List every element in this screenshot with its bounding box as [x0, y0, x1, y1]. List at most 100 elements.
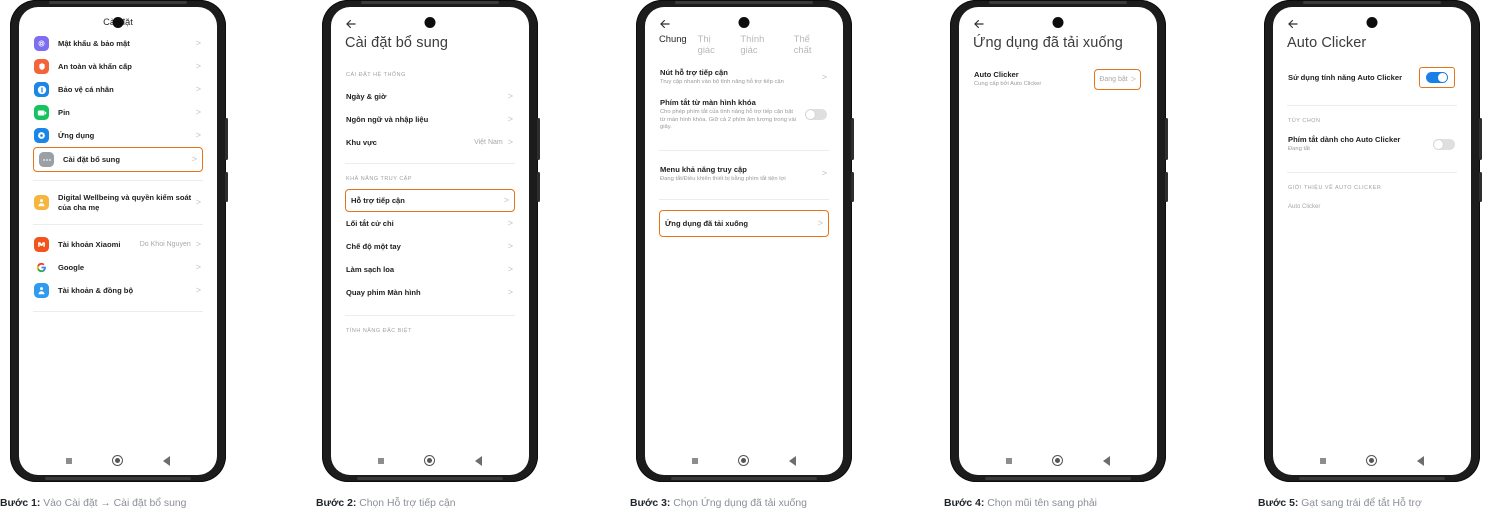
settings-row-language-input[interactable]: Ngôn ngữ và nhập liệu >: [345, 108, 515, 131]
tab-thi-giac[interactable]: Thị giác: [698, 33, 730, 55]
tab-the-chat[interactable]: Thể chất: [794, 33, 829, 55]
settings-row-battery[interactable]: Pin >: [33, 101, 203, 124]
settings-row-safety-emergency[interactable]: An toàn và khẩn cấp >: [33, 55, 203, 78]
power-button[interactable]: [1165, 172, 1168, 202]
app-status-badge[interactable]: Đang bật >: [1094, 69, 1141, 90]
row-label: Khu vực: [346, 137, 377, 147]
settings-row-accessibility-button[interactable]: Nút hỗ trợ tiếp cận Truy cập nhanh vào b…: [659, 61, 829, 91]
recents-square-icon[interactable]: [692, 457, 698, 464]
app-row-auto-clicker[interactable]: Auto Clicker Cung cấp bởi Auto Clicker Đ…: [973, 63, 1143, 94]
home-circle-icon[interactable]: [112, 455, 123, 466]
settings-row-use-auto-clicker[interactable]: Sử dụng tính năng Auto Clicker: [1287, 63, 1457, 92]
volume-button[interactable]: [537, 118, 540, 160]
home-circle-icon[interactable]: [1366, 455, 1377, 466]
lockscreen-shortcut-toggle[interactable]: [805, 109, 827, 121]
power-button[interactable]: [225, 172, 228, 202]
row-subtitle: Cho phép phím tắt của tính năng hỗ trợ t…: [660, 108, 796, 131]
back-triangle-icon[interactable]: [789, 455, 796, 466]
toggle-knob: [806, 110, 815, 119]
power-button[interactable]: [537, 172, 540, 202]
caption-step-text: Chọn Hỗ trợ tiếp cận: [356, 498, 456, 509]
row-label: Làm sạch loa: [346, 264, 395, 274]
chevron-right-icon: >: [191, 154, 197, 164]
camera-punch-hole-icon: [424, 17, 436, 28]
recents-square-icon[interactable]: [1006, 457, 1012, 464]
settings-row-screen-recorder[interactable]: Quay phim Màn hình >: [345, 281, 515, 304]
tab-thinh-giac[interactable]: Thính giác: [740, 33, 782, 55]
phone-3-screen: Chung Thị giác Thính giác Thể chất Nút h…: [645, 7, 843, 475]
volume-button[interactable]: [225, 118, 228, 160]
phone-3-accessibility: Chung Thị giác Thính giác Thể chất Nút h…: [636, 0, 854, 482]
back-triangle-icon[interactable]: [1417, 455, 1424, 466]
back-arrow-icon[interactable]: [344, 17, 358, 31]
caption-step-text: Vào Cài đặt → Cài đặt bổ sung: [40, 498, 187, 509]
back-triangle-icon[interactable]: [475, 455, 482, 466]
google-icon: [34, 260, 49, 276]
home-circle-icon[interactable]: [1052, 455, 1063, 466]
phone-1-screen: Cài đặt Mật khẩu & bảo mật > An toàn và …: [19, 7, 217, 475]
settings-row-auto-clicker-shortcut[interactable]: Phím tắt dành cho Auto Clicker Đang tắt: [1287, 131, 1457, 158]
chevron-right-icon: >: [507, 264, 513, 274]
navigation-bar: [959, 455, 1157, 466]
settings-row-region[interactable]: Khu vực Việt Nam >: [345, 131, 515, 154]
settings-row-apps[interactable]: Ứng dụng >: [33, 124, 203, 147]
back-arrow-icon[interactable]: [658, 17, 672, 31]
row-value: Việt Nam: [474, 139, 503, 146]
row-label: Sử dụng tính năng Auto Clicker: [1288, 72, 1403, 82]
auto-clicker-toggle-highlight[interactable]: [1419, 67, 1455, 88]
settings-row-accessibility[interactable]: Hỗ trợ tiếp cận >: [345, 189, 515, 212]
row-label: Ngôn ngữ và nhập liệu: [346, 114, 429, 124]
settings-row-date-time[interactable]: Ngày & giờ >: [345, 85, 515, 108]
settings-row-password-security[interactable]: Mật khẩu & bảo mật >: [33, 32, 203, 55]
power-button[interactable]: [1479, 172, 1482, 202]
back-triangle-icon[interactable]: [1103, 455, 1110, 466]
camera-punch-hole-icon: [1366, 17, 1378, 28]
row-label: Bảo vệ cá nhân: [58, 84, 114, 94]
power-button[interactable]: [851, 172, 854, 202]
settings-row-one-handed-mode[interactable]: Chế độ một tay >: [345, 235, 515, 258]
recents-square-icon[interactable]: [66, 457, 72, 464]
auto-clicker-toggle[interactable]: [1426, 72, 1448, 83]
row-subtitle: Đang tắt: [1288, 146, 1310, 153]
home-circle-icon[interactable]: [424, 455, 435, 466]
section-label-options: TÙY CHỌN: [1288, 118, 1321, 124]
volume-button[interactable]: [1479, 118, 1482, 160]
recents-square-icon[interactable]: [1320, 457, 1326, 464]
row-label: Pin: [58, 107, 70, 117]
settings-row-accessibility-menu[interactable]: Menu khả năng truy cập Đang tắt/Điều khi…: [659, 154, 829, 188]
divider: [33, 180, 203, 181]
caption-step-label: Bước 1:: [0, 498, 41, 509]
chevron-right-icon: >: [507, 91, 513, 101]
settings-row-clean-speaker[interactable]: Làm sạch loa >: [345, 258, 515, 281]
settings-row-gesture-shortcuts[interactable]: Lối tắt cử chỉ >: [345, 212, 515, 235]
settings-row-downloaded-apps[interactable]: Ứng dụng đã tải xuống >: [659, 210, 829, 238]
tab-chung[interactable]: Chung: [659, 33, 687, 44]
settings-row-personal-protection[interactable]: Bảo vệ cá nhân >: [33, 78, 203, 101]
back-arrow-icon[interactable]: [972, 17, 986, 31]
recents-square-icon[interactable]: [378, 457, 384, 464]
volume-button[interactable]: [851, 118, 854, 160]
settings-row-google[interactable]: Google >: [33, 256, 203, 279]
settings-row-xiaomi-account[interactable]: Tài khoản Xiaomi Do Khoi Nguyen >: [33, 233, 203, 256]
row-label: Tài khoản & đồng bộ: [58, 286, 134, 296]
settings-row-accounts-sync[interactable]: Tài khoản & đồng bộ >: [33, 279, 203, 302]
row-label: Digital Wellbeing và quyền kiểm soát của…: [58, 193, 192, 212]
back-arrow-icon[interactable]: [1286, 17, 1300, 31]
settings-row-additional-settings[interactable]: Cài đặt bổ sung >: [33, 147, 203, 172]
back-triangle-icon[interactable]: [163, 455, 170, 466]
phone-4-downloaded-apps: Ứng dụng đã tải xuống Auto Clicker Cung …: [950, 0, 1168, 482]
settings-row-lockscreen-shortcut[interactable]: Phím tắt từ màn hình khóa Cho phép phím …: [659, 91, 829, 136]
volume-button[interactable]: [1165, 118, 1168, 160]
navigation-bar: [645, 455, 843, 466]
home-circle-icon[interactable]: [738, 455, 749, 466]
settings-row-digital-wellbeing[interactable]: Digital Wellbeing và quyền kiểm soát của…: [33, 189, 203, 216]
phone-2-screen: Cài đặt bổ sung CÀI ĐẶT HỆ THỐNG Ngày & …: [331, 7, 529, 475]
caption-step-text: Chọn mũi tên sang phải: [984, 498, 1097, 509]
page-title: Auto Clicker: [1287, 35, 1367, 51]
divider: [659, 149, 829, 151]
row-label: An toàn và khẩn cấp: [58, 61, 132, 71]
mi-icon: [34, 237, 49, 253]
row-label: Mật khẩu & bảo mật: [58, 38, 130, 48]
auto-clicker-shortcut-toggle[interactable]: [1433, 138, 1455, 150]
phone-1-settings: Cài đặt Mật khẩu & bảo mật > An toàn và …: [10, 0, 228, 482]
